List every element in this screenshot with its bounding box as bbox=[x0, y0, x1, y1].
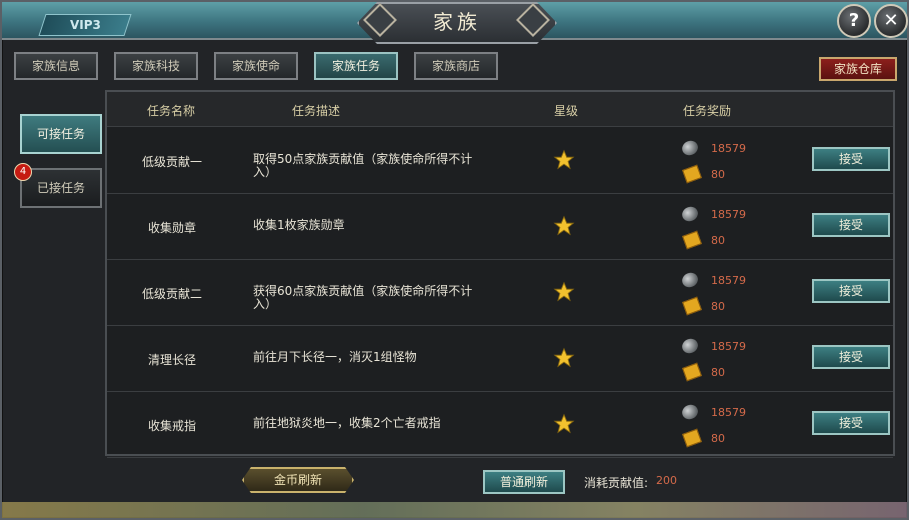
normal-refresh-button[interactable]: 普通刷新 bbox=[483, 470, 565, 494]
help-button[interactable]: ? bbox=[837, 4, 871, 38]
task-description: 前往月下长径一，消灭1组怪物 bbox=[253, 350, 417, 364]
accepted-count-badge: 4 bbox=[14, 163, 32, 181]
task-description: 前往地狱炎地一，收集2个亡者戒指 bbox=[253, 416, 441, 430]
silver-coin-icon bbox=[679, 402, 701, 422]
coin-reward-value: 18579 bbox=[711, 340, 746, 353]
table-row: 低级贡献二 获得60点家族贡献值（家族使命所得不计入） 18579 80 接受 bbox=[107, 259, 893, 326]
contribution-ticket-icon bbox=[682, 230, 702, 250]
task-side-nav: 可接任务 已接任务 bbox=[16, 88, 106, 458]
table-row: 收集戒指 前往地狱炎地一，收集2个亡者戒指 18579 80 接受 bbox=[107, 391, 893, 458]
task-name: 低级贡献二 bbox=[141, 287, 202, 301]
silver-coin-icon bbox=[679, 204, 701, 224]
contribution-ticket-icon bbox=[682, 164, 702, 184]
silver-coin-icon bbox=[679, 270, 701, 290]
star-icon bbox=[553, 281, 575, 302]
family-warehouse-button[interactable]: 家族仓库 bbox=[819, 57, 897, 81]
accept-button[interactable]: 接受 bbox=[812, 345, 890, 369]
coin-reward-value: 18579 bbox=[711, 406, 746, 419]
coin-reward-value: 18579 bbox=[711, 274, 746, 287]
accept-button[interactable]: 接受 bbox=[812, 411, 890, 435]
table-header: 任务名称 任务描述 星级 任务奖励 bbox=[107, 92, 893, 127]
cost-value: 200 bbox=[656, 474, 677, 487]
accept-button[interactable]: 接受 bbox=[812, 213, 890, 237]
task-description: 取得50点家族贡献值（家族使命所得不计入） bbox=[253, 152, 473, 179]
accepted-tasks-tab[interactable]: 已接任务 bbox=[20, 168, 102, 208]
tab-family-info[interactable]: 家族信息 bbox=[14, 52, 98, 80]
ticket-reward-value: 80 bbox=[711, 432, 725, 445]
table-row: 清理长径 前往月下长径一，消灭1组怪物 18579 80 接受 bbox=[107, 325, 893, 392]
table-row: 低级贡献一 取得50点家族贡献值（家族使命所得不计入） 18579 80 接受 bbox=[107, 127, 893, 194]
gold-refresh-button[interactable]: 金币刷新 bbox=[242, 467, 354, 493]
scene-strip bbox=[2, 502, 907, 518]
coin-reward-value: 18579 bbox=[711, 142, 746, 155]
coin-reward-value: 18579 bbox=[711, 208, 746, 221]
silver-coin-icon bbox=[679, 138, 701, 158]
task-name: 收集戒指 bbox=[147, 419, 196, 433]
task-table: 任务名称 任务描述 星级 任务奖励 低级贡献一 取得50点家族贡献值（家族使命所… bbox=[105, 90, 895, 458]
task-description: 获得60点家族贡献值（家族使命所得不计入） bbox=[253, 284, 473, 311]
header-reward: 任务奖励 bbox=[683, 104, 732, 118]
tab-family-tech[interactable]: 家族科技 bbox=[114, 52, 198, 80]
family-window: VIP3 家族 ? ✕ 家族信息 家族科技 家族使命 家族任务 家族商店 家族仓… bbox=[0, 0, 909, 520]
contribution-ticket-icon bbox=[682, 296, 702, 316]
task-name: 清理长径 bbox=[147, 353, 196, 367]
vip-badge: VIP3 bbox=[38, 14, 132, 36]
task-description: 收集1枚家族勋章 bbox=[253, 218, 345, 232]
accept-button[interactable]: 接受 bbox=[812, 279, 890, 303]
task-name: 收集勋章 bbox=[147, 221, 196, 235]
table-row: 收集勋章 收集1枚家族勋章 18579 80 接受 bbox=[107, 193, 893, 260]
cost-label: 消耗贡献值: bbox=[584, 476, 649, 490]
star-icon bbox=[553, 347, 575, 368]
close-button[interactable]: ✕ bbox=[874, 4, 908, 38]
header-stars: 星级 bbox=[554, 104, 579, 118]
ticket-reward-value: 80 bbox=[711, 168, 725, 181]
available-tasks-tab[interactable]: 可接任务 bbox=[20, 114, 102, 154]
tab-family-shop[interactable]: 家族商店 bbox=[414, 52, 498, 80]
contribution-ticket-icon bbox=[682, 428, 702, 448]
star-icon bbox=[553, 149, 575, 170]
title-bar: VIP3 家族 ? ✕ bbox=[2, 2, 908, 44]
contribution-ticket-icon bbox=[682, 362, 702, 382]
ticket-reward-value: 80 bbox=[711, 366, 725, 379]
header-task-desc: 任务描述 bbox=[292, 104, 341, 118]
silver-coin-icon bbox=[679, 336, 701, 356]
ticket-reward-value: 80 bbox=[711, 234, 725, 247]
header-task-name: 任务名称 bbox=[147, 104, 196, 118]
tab-family-mission[interactable]: 家族使命 bbox=[214, 52, 298, 80]
task-name: 低级贡献一 bbox=[141, 155, 202, 169]
star-icon bbox=[553, 215, 575, 236]
tab-family-tasks[interactable]: 家族任务 bbox=[314, 52, 398, 80]
star-icon bbox=[553, 413, 575, 434]
accept-button[interactable]: 接受 bbox=[812, 147, 890, 171]
ticket-reward-value: 80 bbox=[711, 300, 725, 313]
